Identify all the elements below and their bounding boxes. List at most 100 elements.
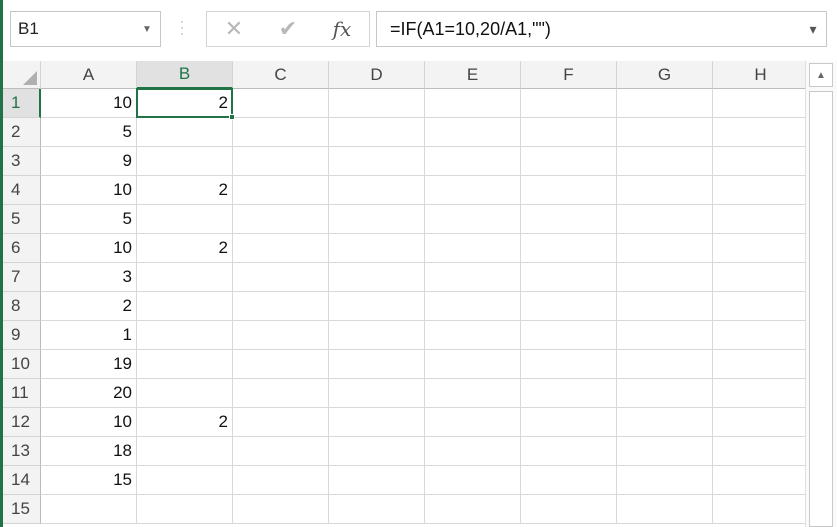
row-header-8[interactable]: 8	[3, 292, 41, 321]
cell-c11[interactable]	[233, 379, 329, 408]
cell-a6[interactable]: 10	[41, 234, 137, 263]
cell-b7[interactable]	[137, 263, 233, 292]
cell-f8[interactable]	[521, 292, 617, 321]
cell-d7[interactable]	[329, 263, 425, 292]
cell-d15[interactable]	[329, 495, 425, 524]
cell-d11[interactable]	[329, 379, 425, 408]
cell-h15[interactable]	[713, 495, 809, 524]
cell-a15[interactable]	[41, 495, 137, 524]
scroll-up-icon[interactable]: ▲	[809, 63, 833, 87]
row-header-15[interactable]: 15	[3, 495, 41, 524]
cell-a12[interactable]: 10	[41, 408, 137, 437]
enter-button[interactable]: ✔	[268, 14, 308, 44]
cell-f3[interactable]	[521, 147, 617, 176]
cell-c9[interactable]	[233, 321, 329, 350]
name-box-value[interactable]: B1	[11, 19, 134, 39]
cell-c12[interactable]	[233, 408, 329, 437]
row-header-12[interactable]: 12	[3, 408, 41, 437]
cell-f15[interactable]	[521, 495, 617, 524]
cancel-button[interactable]: ✕	[214, 14, 254, 44]
cell-e6[interactable]	[425, 234, 521, 263]
cell-g8[interactable]	[617, 292, 713, 321]
cell-a10[interactable]: 19	[41, 350, 137, 379]
cell-c2[interactable]	[233, 118, 329, 147]
cell-h10[interactable]	[713, 350, 809, 379]
cell-e10[interactable]	[425, 350, 521, 379]
cell-c4[interactable]	[233, 176, 329, 205]
cell-d13[interactable]	[329, 437, 425, 466]
select-all-button[interactable]	[3, 61, 41, 89]
column-header-c[interactable]: C	[233, 61, 329, 89]
cell-f1[interactable]	[521, 89, 617, 118]
cell-c3[interactable]	[233, 147, 329, 176]
column-header-h[interactable]: H	[713, 61, 809, 89]
cell-h3[interactable]	[713, 147, 809, 176]
row-header-10[interactable]: 10	[3, 350, 41, 379]
cell-d3[interactable]	[329, 147, 425, 176]
cell-f12[interactable]	[521, 408, 617, 437]
cell-a3[interactable]: 9	[41, 147, 137, 176]
row-header-13[interactable]: 13	[3, 437, 41, 466]
cell-e12[interactable]	[425, 408, 521, 437]
insert-function-button[interactable]: fx	[322, 14, 362, 44]
cell-b12[interactable]: 2	[137, 408, 233, 437]
cell-a13[interactable]: 18	[41, 437, 137, 466]
cell-d5[interactable]	[329, 205, 425, 234]
column-header-f[interactable]: F	[521, 61, 617, 89]
scrollbar-thumb[interactable]	[809, 91, 833, 527]
formula-text[interactable]: =IF(A1=10,20/A1,"")	[377, 19, 800, 40]
cell-g4[interactable]	[617, 176, 713, 205]
cell-a5[interactable]: 5	[41, 205, 137, 234]
cell-e8[interactable]	[425, 292, 521, 321]
cell-e3[interactable]	[425, 147, 521, 176]
cell-b5[interactable]	[137, 205, 233, 234]
cell-a11[interactable]: 20	[41, 379, 137, 408]
formula-input[interactable]: =IF(A1=10,20/A1,"") ▾	[376, 11, 827, 47]
row-header-3[interactable]: 3	[3, 147, 41, 176]
expand-formula-bar-icon[interactable]: ▾	[800, 21, 826, 38]
cell-h14[interactable]	[713, 466, 809, 495]
cell-d4[interactable]	[329, 176, 425, 205]
cell-h11[interactable]	[713, 379, 809, 408]
cell-g2[interactable]	[617, 118, 713, 147]
column-header-g[interactable]: G	[617, 61, 713, 89]
cell-h5[interactable]	[713, 205, 809, 234]
cell-h4[interactable]	[713, 176, 809, 205]
row-header-2[interactable]: 2	[3, 118, 41, 147]
cell-c1[interactable]	[233, 89, 329, 118]
cell-e2[interactable]	[425, 118, 521, 147]
column-header-d[interactable]: D	[329, 61, 425, 89]
column-header-e[interactable]: E	[425, 61, 521, 89]
cell-g13[interactable]	[617, 437, 713, 466]
cell-e9[interactable]	[425, 321, 521, 350]
cell-b4[interactable]: 2	[137, 176, 233, 205]
cell-c6[interactable]	[233, 234, 329, 263]
cell-f4[interactable]	[521, 176, 617, 205]
cell-f10[interactable]	[521, 350, 617, 379]
cell-d6[interactable]	[329, 234, 425, 263]
cell-f11[interactable]	[521, 379, 617, 408]
cell-h8[interactable]	[713, 292, 809, 321]
cell-e11[interactable]	[425, 379, 521, 408]
cell-a4[interactable]: 10	[41, 176, 137, 205]
cell-b6[interactable]: 2	[137, 234, 233, 263]
row-header-7[interactable]: 7	[3, 263, 41, 292]
cell-d12[interactable]	[329, 408, 425, 437]
cell-e13[interactable]	[425, 437, 521, 466]
cell-e1[interactable]	[425, 89, 521, 118]
cell-h1[interactable]	[713, 89, 809, 118]
cell-b10[interactable]	[137, 350, 233, 379]
cell-e5[interactable]	[425, 205, 521, 234]
fill-handle[interactable]	[229, 114, 235, 120]
vertical-scrollbar[interactable]: ▲	[805, 61, 837, 527]
column-header-a[interactable]: A	[41, 61, 137, 89]
cell-c7[interactable]	[233, 263, 329, 292]
cell-c15[interactable]	[233, 495, 329, 524]
cell-h7[interactable]	[713, 263, 809, 292]
cell-d8[interactable]	[329, 292, 425, 321]
cell-g12[interactable]	[617, 408, 713, 437]
cell-e4[interactable]	[425, 176, 521, 205]
cell-g10[interactable]	[617, 350, 713, 379]
cell-d9[interactable]	[329, 321, 425, 350]
cell-c8[interactable]	[233, 292, 329, 321]
